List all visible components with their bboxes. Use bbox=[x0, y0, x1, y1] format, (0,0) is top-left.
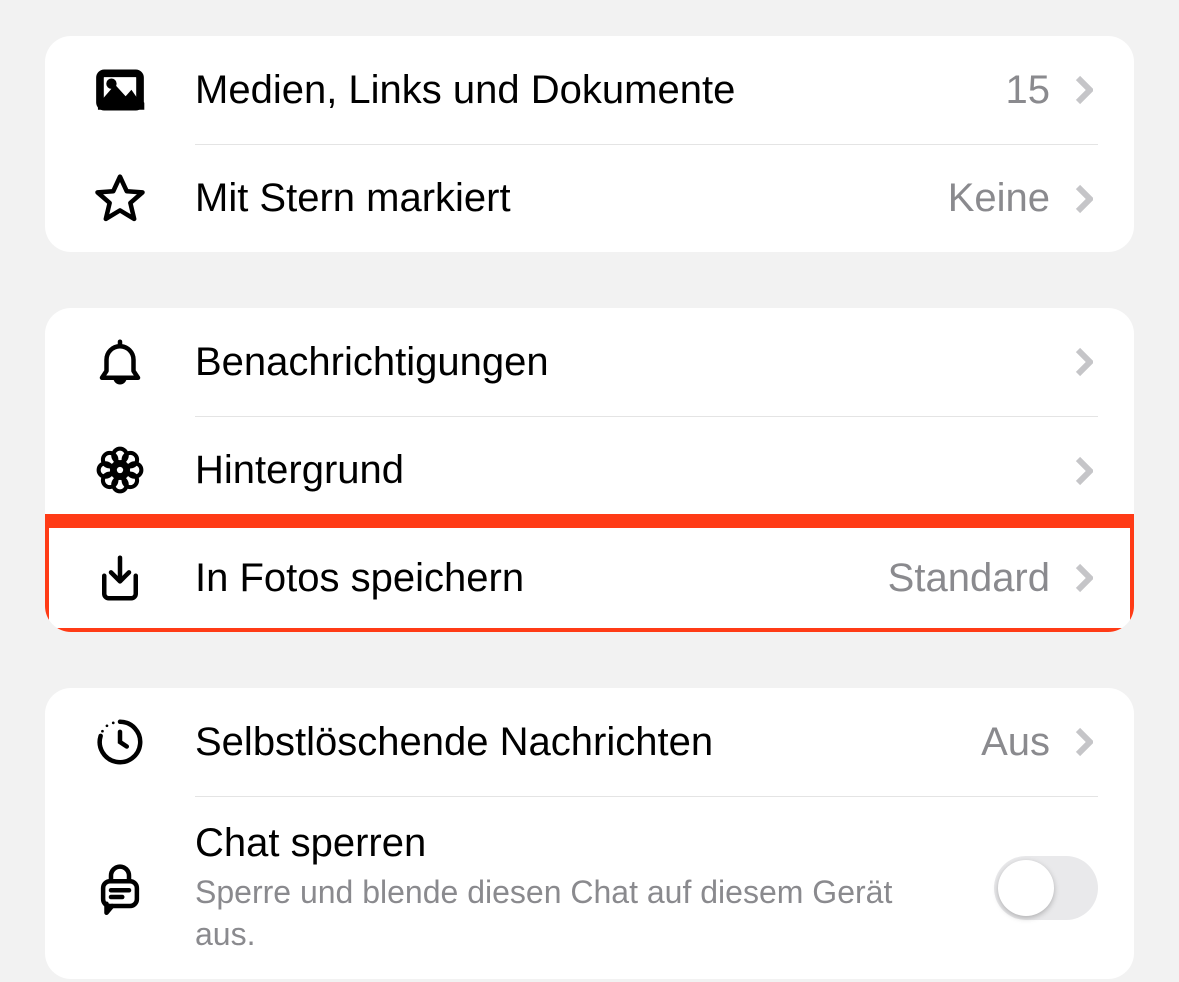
row-title: Chat sperren bbox=[195, 821, 974, 866]
row-value: Aus bbox=[981, 720, 1050, 765]
bell-icon bbox=[45, 335, 195, 389]
lock-chat-toggle[interactable] bbox=[994, 856, 1098, 920]
chevron-right-icon bbox=[1070, 68, 1098, 112]
row-label: Mit Stern markiert bbox=[195, 176, 928, 221]
toggle-knob bbox=[998, 860, 1054, 916]
chevron-right-icon bbox=[1070, 177, 1098, 221]
row-lock-chat[interactable]: Chat sperren Sperre und blende diesen Ch… bbox=[45, 796, 1134, 979]
chevron-right-icon bbox=[1070, 449, 1098, 493]
star-icon bbox=[45, 171, 195, 225]
row-label: Benachrichtigungen bbox=[195, 340, 1050, 385]
row-label: Selbstlöschende Nachrichten bbox=[195, 720, 961, 765]
row-value: 15 bbox=[1006, 68, 1051, 113]
row-value: Keine bbox=[948, 176, 1050, 221]
row-label: Hintergrund bbox=[195, 448, 1050, 493]
row-save-to-photos[interactable]: In Fotos speichern Standard bbox=[45, 524, 1134, 632]
row-disappearing-messages[interactable]: Selbstlöschende Nachrichten Aus bbox=[45, 688, 1134, 796]
chevron-right-icon bbox=[1070, 340, 1098, 384]
settings-group-privacy: Selbstlöschende Nachrichten Aus Chat spe… bbox=[45, 688, 1134, 979]
timer-icon bbox=[45, 715, 195, 769]
row-label: In Fotos speichern bbox=[195, 556, 868, 601]
row-value: Standard bbox=[888, 556, 1050, 601]
row-label: Medien, Links und Dokumente bbox=[195, 68, 986, 113]
photo-icon bbox=[45, 63, 195, 117]
settings-group-chat: Benachrichtigungen Hintergrund bbox=[45, 308, 1134, 632]
row-starred[interactable]: Mit Stern markiert Keine bbox=[45, 144, 1134, 252]
flower-icon bbox=[45, 443, 195, 497]
row-notifications[interactable]: Benachrichtigungen bbox=[45, 308, 1134, 416]
chevron-right-icon bbox=[1070, 556, 1098, 600]
row-wallpaper[interactable]: Hintergrund bbox=[45, 416, 1134, 524]
row-subtitle: Sperre und blende diesen Chat auf diesem… bbox=[195, 872, 895, 955]
lock-chat-icon bbox=[45, 861, 195, 915]
download-icon bbox=[45, 551, 195, 605]
row-media-links-docs[interactable]: Medien, Links und Dokumente 15 bbox=[45, 36, 1134, 144]
settings-group-media: Medien, Links und Dokumente 15 Mit Stern… bbox=[45, 36, 1134, 252]
chevron-right-icon bbox=[1070, 720, 1098, 764]
